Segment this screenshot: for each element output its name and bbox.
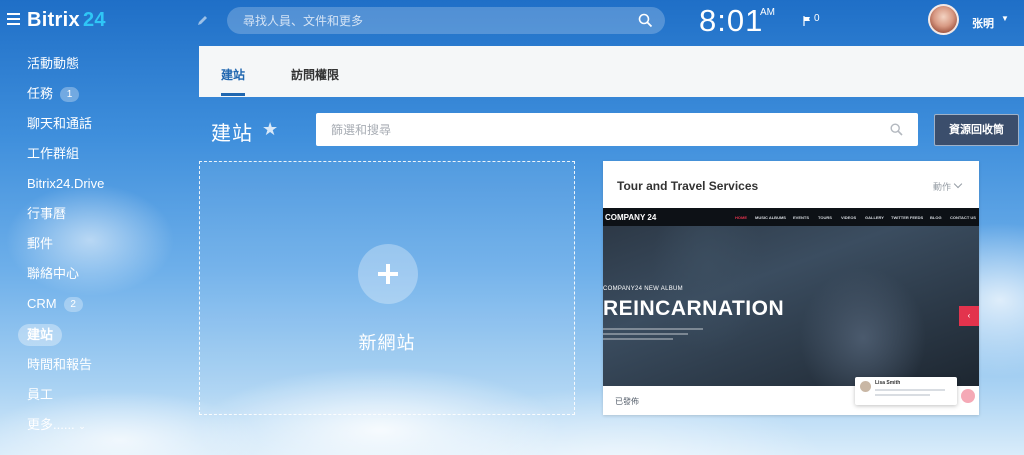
sidebar-item-employees[interactable]: 員工 bbox=[18, 384, 62, 406]
global-search-input[interactable] bbox=[227, 7, 665, 34]
page-title: 建站 bbox=[211, 123, 253, 145]
sidebar-item-calendar[interactable]: 行事曆 bbox=[18, 203, 75, 225]
sidebar-item-label: 任務 bbox=[27, 86, 54, 101]
sidebar-item-tasks[interactable]: 任務 1 bbox=[18, 83, 88, 105]
sidebar-item-crm[interactable]: CRM 2 bbox=[18, 293, 92, 315]
preview-menu-item: MUSIC ALBUMS bbox=[755, 215, 786, 220]
active-tab-indicator bbox=[221, 93, 245, 96]
search-icon[interactable] bbox=[890, 123, 903, 136]
crm-count-badge: 2 bbox=[63, 297, 83, 312]
add-site-label: 新網站 bbox=[358, 333, 416, 353]
logo-text: Bitrix bbox=[27, 9, 80, 31]
sidebar-item-label: 活動動態 bbox=[27, 56, 80, 71]
chevron-down-icon bbox=[953, 179, 963, 189]
popup-name: Lisa Smith bbox=[875, 380, 901, 386]
clock-ampm: AM bbox=[760, 7, 775, 18]
site-preview-image[interactable]: COMPANY 24 HOME MUSIC ALBUMS EVENTS TOUR… bbox=[603, 208, 979, 386]
flag-icon[interactable] bbox=[803, 13, 811, 26]
preview-arrow-icon: ‹ bbox=[959, 306, 979, 326]
add-site-tile[interactable]: 新網站 bbox=[199, 161, 575, 415]
preview-nav-bar: COMPANY 24 HOME MUSIC ALBUMS EVENTS TOUR… bbox=[603, 208, 979, 226]
caret-down-icon: ⌄ bbox=[78, 421, 86, 431]
user-avatar[interactable] bbox=[928, 4, 959, 35]
sidebar-item-time-reports[interactable]: 時間和報告 bbox=[18, 354, 101, 376]
sidebar-item-contact-center[interactable]: 聯絡中心 bbox=[18, 263, 88, 285]
sidebar-item-label: 工作群組 bbox=[27, 146, 80, 161]
sidebar-item-label: 員工 bbox=[27, 387, 54, 402]
sidebar-item-workgroups[interactable]: 工作群組 bbox=[18, 143, 88, 165]
global-search[interactable] bbox=[227, 7, 665, 34]
sidebar-item-drive[interactable]: Bitrix24.Drive bbox=[18, 173, 113, 195]
user-name[interactable]: 张明 bbox=[972, 15, 994, 31]
preview-menu-item: TWITTER FEEDS bbox=[891, 215, 924, 220]
sidebar-item-label: 郵件 bbox=[27, 236, 54, 251]
sidebar-item-sites[interactable]: 建站 bbox=[18, 324, 63, 346]
sidebar-item-label: 行事曆 bbox=[27, 206, 67, 221]
sidebar-item-activity-stream[interactable]: 活動動態 bbox=[18, 53, 88, 75]
logo[interactable]: Bitrix 24 bbox=[27, 9, 106, 32]
popup-avatar bbox=[860, 381, 871, 392]
logo-number: 24 bbox=[82, 9, 106, 31]
preview-chat-popup: Lisa Smith bbox=[855, 377, 957, 405]
sidebar-item-mail[interactable]: 郵件 bbox=[18, 233, 62, 255]
preview-menu-item: HOME bbox=[735, 215, 747, 220]
tab-access-rights[interactable]: 訪問權限 bbox=[291, 66, 339, 83]
caret-down-icon[interactable]: ▼ bbox=[1001, 14, 1009, 23]
sidebar-item-label: 時間和報告 bbox=[27, 357, 93, 372]
star-icon[interactable]: ★ bbox=[262, 119, 278, 140]
preview-text-lines bbox=[603, 328, 703, 343]
popup-text-line bbox=[875, 394, 930, 396]
sidebar-item-label: 聊天和通話 bbox=[27, 116, 93, 131]
preview-album-label: COMPANY24 NEW ALBUM bbox=[603, 286, 683, 292]
tab-sites[interactable]: 建站 bbox=[221, 66, 245, 83]
site-actions-label: 動作 bbox=[932, 182, 951, 192]
pencil-icon[interactable] bbox=[197, 14, 209, 26]
preview-menu-item: VIDEOS bbox=[841, 215, 857, 220]
popup-text-line bbox=[875, 389, 945, 391]
site-card[interactable]: Tour and Travel Services 動作 COMPANY 24 H… bbox=[603, 161, 979, 415]
tabs-panel: 建站 訪問權限 bbox=[199, 46, 1024, 97]
sidebar-item-label: 建站 bbox=[27, 327, 54, 342]
site-card-title[interactable]: Tour and Travel Services bbox=[617, 179, 758, 193]
preview-headline: REINCARNATION bbox=[603, 297, 785, 320]
preview-menu-item: TOURS bbox=[818, 215, 832, 220]
preview-menu-item: BLOG bbox=[930, 215, 942, 220]
sidebar-item-label: 更多...... bbox=[27, 417, 75, 432]
tasks-count-badge: 1 bbox=[60, 87, 80, 102]
site-actions-menu[interactable]: 動作 bbox=[932, 179, 963, 193]
sidebar-item-label: CRM bbox=[27, 296, 57, 311]
plus-icon[interactable] bbox=[358, 244, 418, 304]
preview-menu-item: EVENTS bbox=[793, 215, 810, 220]
site-status: 已發佈 bbox=[615, 397, 639, 406]
sidebar-item-label: Bitrix24.Drive bbox=[27, 176, 105, 191]
preview-brand: COMPANY 24 bbox=[605, 213, 657, 222]
menu-icon[interactable] bbox=[7, 13, 20, 25]
preview-menu-item: CONTACT US bbox=[950, 215, 976, 220]
sidebar-item-chat[interactable]: 聊天和通話 bbox=[18, 113, 101, 135]
recycle-bin-button[interactable]: 資源回收筒 bbox=[934, 114, 1019, 146]
sidebar-item-more[interactable]: 更多...... ⌄ bbox=[18, 414, 95, 436]
top-header: Bitrix24 8:01 AM 0 张明 ▼ bbox=[0, 0, 1024, 42]
sidebar-item-label: 聯絡中心 bbox=[27, 266, 80, 281]
notification-count[interactable]: 0 bbox=[814, 13, 820, 24]
clock-time[interactable]: 8:01 bbox=[699, 3, 763, 39]
popup-close-icon bbox=[961, 389, 975, 403]
filter-search-input[interactable] bbox=[316, 113, 918, 146]
preview-menu-item: GALLERY bbox=[865, 215, 884, 220]
search-icon[interactable] bbox=[638, 13, 653, 28]
filter-search[interactable] bbox=[316, 113, 918, 146]
